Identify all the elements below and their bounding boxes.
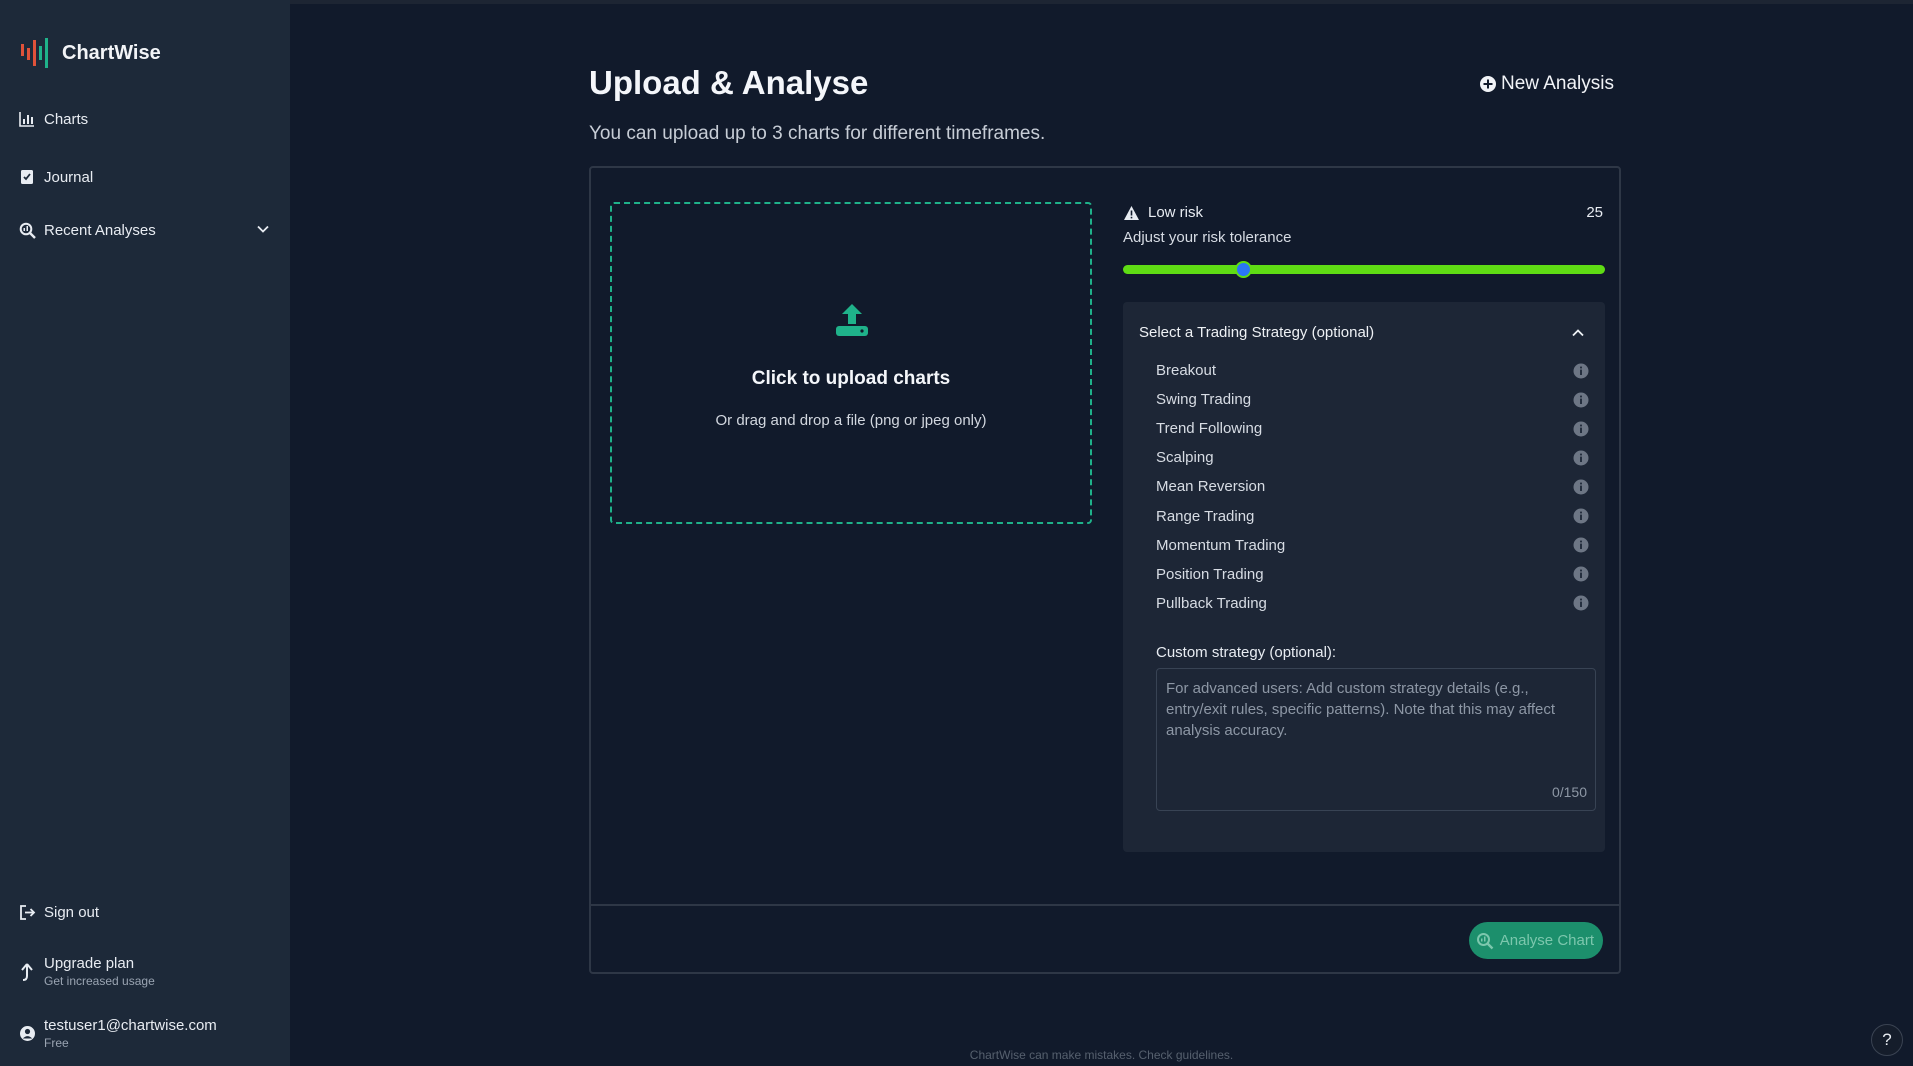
strategy-option[interactable]: Swing Trading (1156, 385, 1589, 414)
strategy-option[interactable]: Position Trading (1156, 560, 1589, 589)
plus-circle-icon (1480, 76, 1496, 92)
upload-icon (836, 304, 868, 336)
strategy-label: Trend Following (1156, 420, 1263, 438)
sign-out-label: Sign out (44, 903, 100, 921)
footer-disclaimer: ChartWise can make mistakes. Check guide… (969, 1048, 1234, 1062)
user-account[interactable]: testuser1@chartwise.com Free (18, 1017, 217, 1050)
risk-slider-thumb[interactable] (1235, 261, 1252, 278)
card-divider (591, 904, 1619, 906)
upgrade-plan-button[interactable]: Upgrade plan Get increased usage (18, 955, 155, 988)
journal-icon (18, 168, 36, 186)
info-icon[interactable] (1573, 363, 1589, 379)
upgrade-title: Upgrade plan (44, 955, 135, 972)
char-count: 0/150 (1551, 784, 1587, 800)
sign-out-icon (18, 903, 36, 921)
strategy-label: Swing Trading (1156, 391, 1252, 409)
upgrade-subtitle: Get increased usage (44, 974, 155, 988)
search-icon (18, 221, 36, 239)
info-icon[interactable] (1573, 421, 1589, 437)
sidebar: ChartWise Charts Journal Recent Analyses… (0, 0, 290, 1066)
sidebar-item-label: Recent Analyses (44, 221, 156, 239)
app-name: ChartWise (62, 41, 161, 64)
strategy-label: Momentum Trading (1156, 536, 1286, 554)
sidebar-item-charts[interactable]: Charts (18, 110, 88, 128)
custom-strategy-label: Custom strategy (optional): (1156, 644, 1337, 661)
strategy-option[interactable]: Scalping (1156, 443, 1589, 472)
info-icon[interactable] (1573, 566, 1589, 582)
strategy-label: Scalping (1156, 449, 1214, 467)
risk-level: Low risk (1123, 204, 1203, 221)
info-icon[interactable] (1573, 595, 1589, 611)
upload-dropzone[interactable]: Click to upload charts Or drag and drop … (610, 202, 1092, 524)
strategy-panel: Select a Trading Strategy (optional) Bre… (1123, 302, 1605, 852)
sidebar-item-label: Charts (44, 110, 89, 128)
bar-chart-icon (18, 110, 36, 128)
sidebar-item-label: Journal (44, 168, 94, 186)
custom-strategy-input[interactable] (1157, 669, 1595, 810)
warning-icon (1124, 205, 1139, 220)
search-chart-icon (1476, 932, 1494, 949)
strategy-label: Mean Reversion (1156, 478, 1266, 496)
info-icon[interactable] (1573, 392, 1589, 408)
strategy-option[interactable]: Momentum Trading (1156, 531, 1589, 560)
strategy-list: Breakout Swing Trading Trend Following S… (1156, 356, 1589, 618)
brand[interactable]: ChartWise (20, 36, 161, 70)
strategy-option[interactable]: Pullback Trading (1156, 589, 1589, 618)
strategy-label: Pullback Trading (1156, 594, 1267, 612)
risk-subtitle: Adjust your risk tolerance (1123, 229, 1292, 246)
chevron-down-icon[interactable] (256, 222, 270, 236)
custom-strategy-box: 0/150 (1156, 668, 1596, 811)
strategy-option[interactable]: Range Trading (1156, 501, 1589, 530)
strategy-option[interactable]: Trend Following (1156, 414, 1589, 443)
analyse-chart-button[interactable]: Analyse Chart (1468, 922, 1603, 959)
strategy-option[interactable]: Mean Reversion (1156, 472, 1589, 501)
strategy-label: Breakout (1156, 362, 1217, 380)
arrow-up-icon (18, 962, 36, 981)
new-analysis-label: New Analysis (1501, 73, 1614, 94)
strategy-header[interactable]: Select a Trading Strategy (optional) (1139, 324, 1374, 341)
risk-label: Low risk (1148, 204, 1204, 221)
help-button[interactable]: ? (1871, 1024, 1903, 1056)
strategy-label: Range Trading (1156, 507, 1255, 525)
analyse-chart-label: Analyse Chart (1499, 932, 1594, 949)
chevron-up-icon[interactable] (1571, 326, 1585, 340)
info-icon[interactable] (1573, 537, 1589, 553)
new-analysis-button[interactable]: New Analysis (1479, 73, 1614, 95)
strategy-label: Position Trading (1156, 565, 1264, 583)
page-subtitle: You can upload up to 3 charts for differ… (589, 123, 1046, 144)
info-icon[interactable] (1573, 479, 1589, 495)
strategy-option[interactable]: Breakout (1156, 356, 1589, 385)
sign-out-button[interactable]: Sign out (18, 903, 99, 921)
risk-slider[interactable] (1123, 261, 1605, 278)
info-icon[interactable] (1573, 508, 1589, 524)
chartwise-logo-icon (21, 38, 48, 68)
upload-subtitle: Or drag and drop a file (png or jpeg onl… (715, 412, 987, 429)
upload-title: Click to upload charts (751, 368, 951, 389)
risk-value: 25 (1586, 204, 1603, 221)
user-avatar-icon (18, 1025, 36, 1043)
user-email: testuser1@chartwise.com (44, 1017, 217, 1034)
analysis-card: Click to upload charts Or drag and drop … (589, 166, 1621, 974)
sidebar-item-journal[interactable]: Journal (18, 168, 93, 186)
page-title: Upload & Analyse (589, 64, 869, 101)
sidebar-item-recent-analyses[interactable]: Recent Analyses (18, 221, 156, 239)
info-icon[interactable] (1573, 450, 1589, 466)
